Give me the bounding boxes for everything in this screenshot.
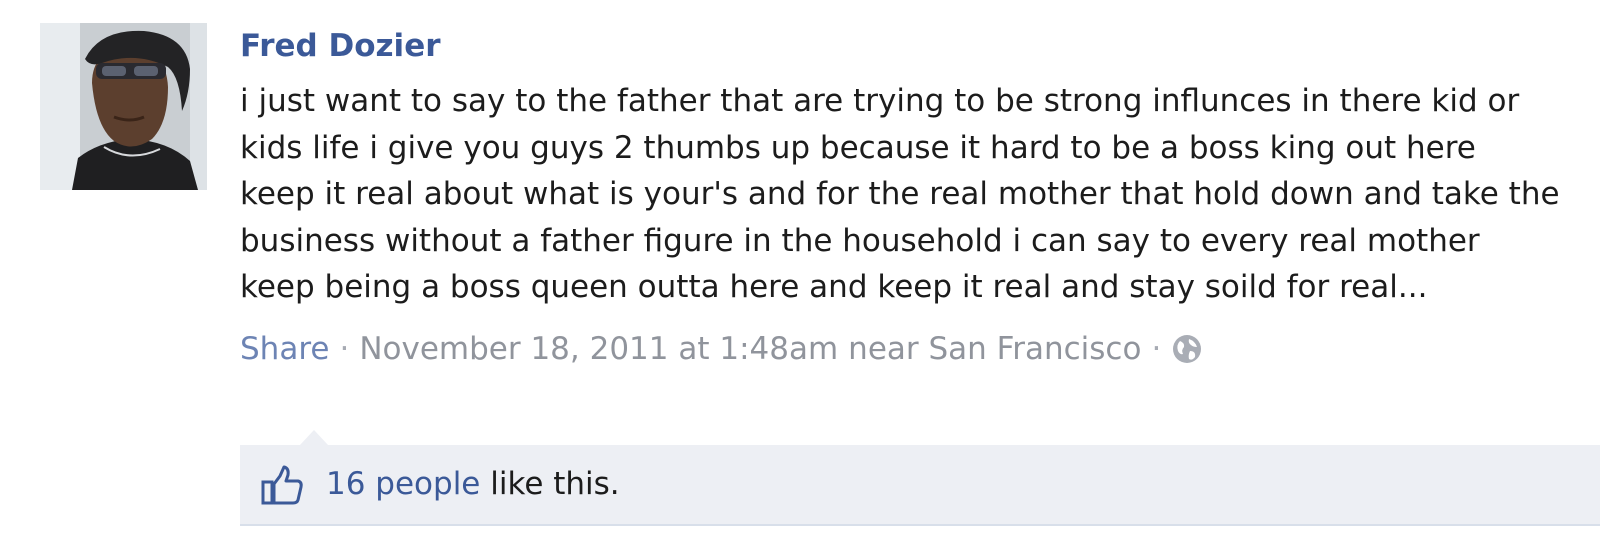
meta-separator-2: · [1151, 330, 1162, 367]
author-avatar[interactable] [40, 23, 207, 190]
feed-story: Fred Dozier i just want to say to the fa… [0, 0, 1600, 540]
likes-summary: 16 people like this. [326, 462, 620, 506]
thumbs-up-icon[interactable] [260, 463, 304, 507]
globe-icon[interactable] [1171, 333, 1203, 365]
author-name-link[interactable]: Fred Dozier [240, 20, 1560, 72]
location[interactable]: near San Francisco [848, 327, 1141, 371]
timestamp[interactable]: November 18, 2011 at 1:48am [359, 327, 838, 371]
avatar-photo [40, 23, 207, 190]
likes-bar: 16 people like this. [240, 445, 1600, 526]
status-message: i just want to say to the father that ar… [240, 83, 1560, 306]
likers-link[interactable]: 16 people [326, 466, 480, 502]
story-content: Fred Dozier i just want to say to the fa… [240, 20, 1560, 371]
story-meta: Share · November 18, 2011 at 1:48am near… [240, 327, 1560, 371]
likes-pointer [300, 430, 328, 445]
share-link[interactable]: Share [240, 327, 329, 371]
likes-suffix: like this. [480, 466, 620, 502]
meta-separator: · [339, 330, 350, 367]
